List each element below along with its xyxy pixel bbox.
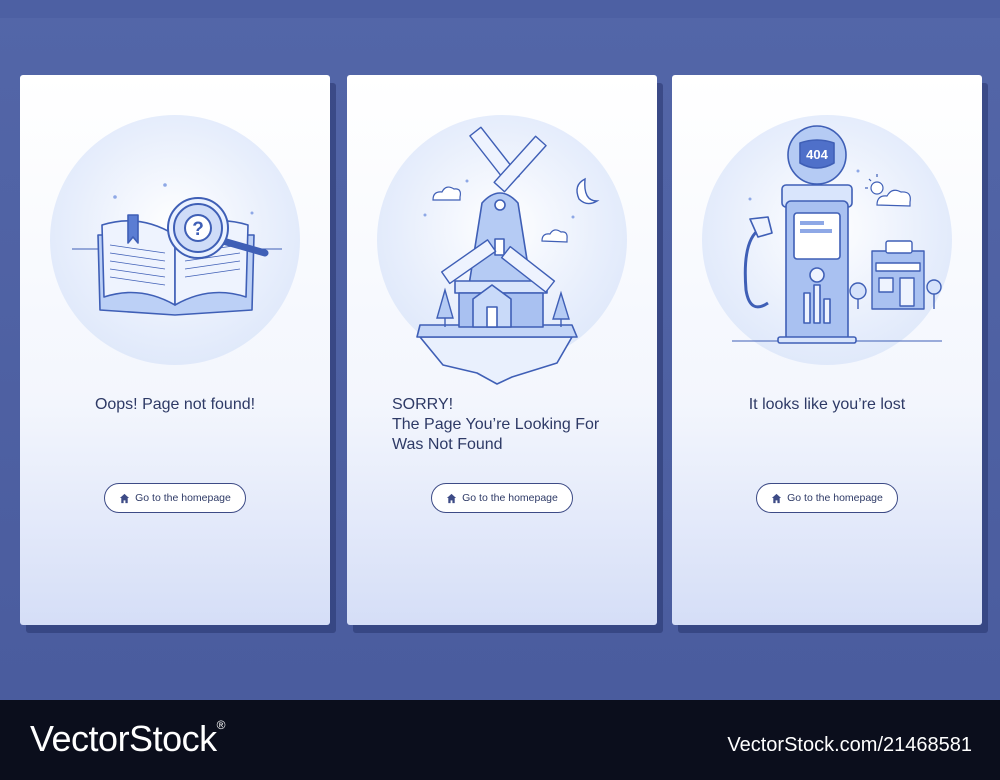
book-magnifier-illustration: ?	[72, 183, 282, 316]
button-label: Go to the homepage	[462, 492, 558, 504]
stock-id: VectorStock.com/21468581	[727, 734, 972, 756]
home-icon	[447, 493, 457, 503]
go-to-homepage-button[interactable]: Go to the homepage	[431, 483, 573, 513]
cloud-icon	[876, 189, 911, 207]
error-card-3: 404 It looks like you’re lost Go to the …	[672, 75, 982, 625]
error-card-1: ? Oops! Page not found! Go to the homepa…	[20, 75, 330, 625]
top-band	[0, 0, 1000, 18]
svg-text:?: ?	[192, 219, 204, 240]
error-message: Oops! Page not found!	[94, 396, 256, 413]
brand-logo: VectorStock®	[30, 718, 225, 760]
message-line-1: SORRY!	[392, 396, 454, 413]
error-message: It looks like you’re lost	[748, 396, 906, 413]
floating-island	[416, 324, 578, 385]
home-icon	[772, 493, 782, 503]
home-icon	[120, 493, 130, 503]
message-line-2: The Page You’re Looking For	[392, 416, 600, 433]
brand-name: VectorStock	[30, 718, 217, 759]
moon-icon	[576, 177, 600, 205]
gas-pump-icon: 404	[743, 125, 857, 344]
gas-station-illustration: 404	[732, 125, 942, 344]
message-line-3: Was Not Found	[392, 436, 503, 453]
magnifier-icon: ?	[167, 197, 269, 259]
button-label: Go to the homepage	[135, 492, 231, 504]
sun-icon	[865, 174, 884, 195]
button-label: Go to the homepage	[787, 492, 883, 504]
registered-mark: ®	[216, 718, 226, 732]
windmill-icon	[441, 126, 556, 328]
windmill-illustration	[416, 126, 600, 385]
pump-sign-text: 404	[806, 147, 828, 162]
go-to-homepage-button[interactable]: Go to the homepage	[756, 483, 898, 513]
error-message: SORRY! The Page You’re Looking For Was N…	[392, 395, 599, 455]
shop-icon	[849, 240, 942, 310]
error-card-2: SORRY! The Page You’re Looking For Was N…	[347, 75, 657, 625]
go-to-homepage-button[interactable]: Go to the homepage	[104, 483, 246, 513]
